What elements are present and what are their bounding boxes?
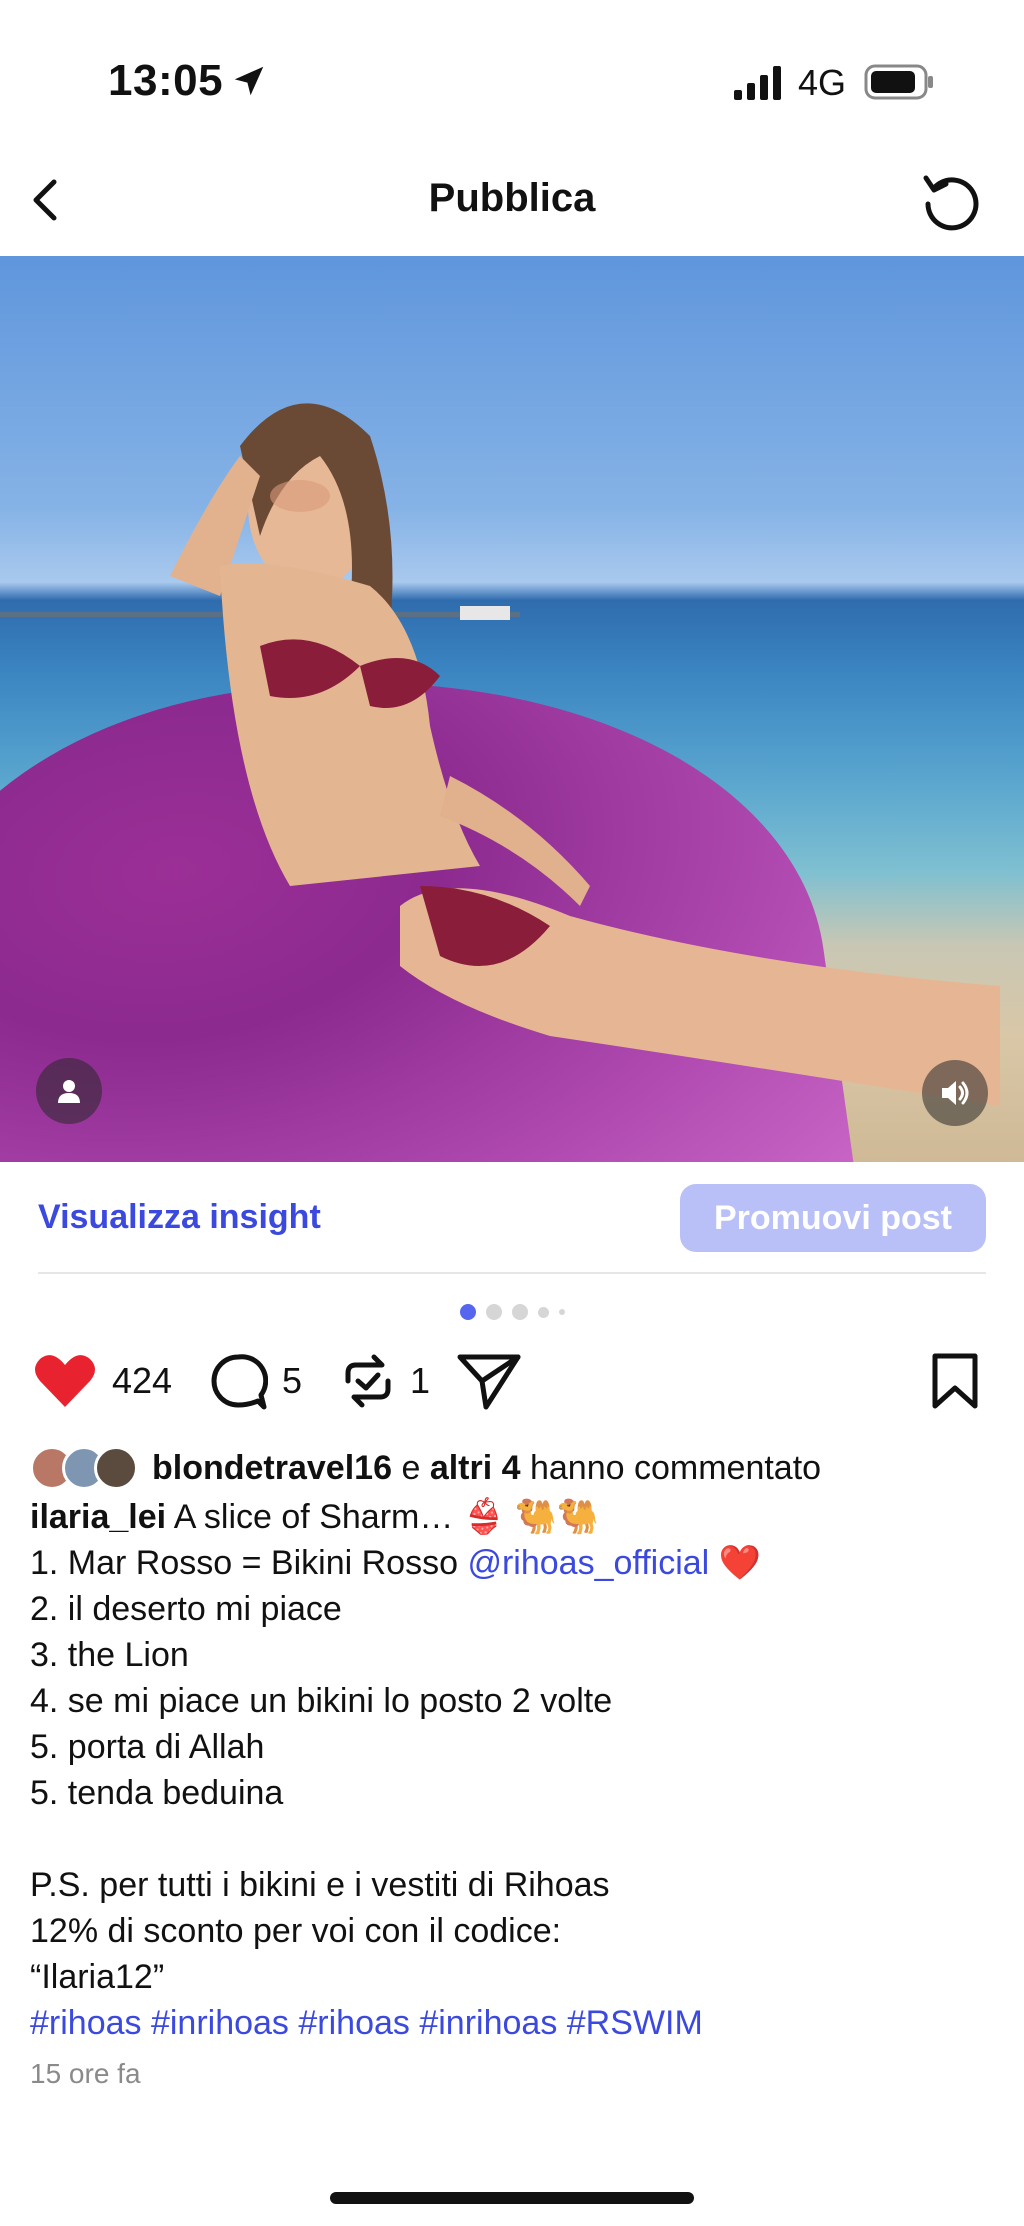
commenters-others[interactable]: altri 4 (430, 1449, 521, 1488)
comment-action[interactable]: 5 (208, 1346, 302, 1416)
caption-ps-1: P.S. per tutti i bikini e i vestiti di R… (30, 1866, 610, 1904)
save-action[interactable] (930, 1346, 980, 1416)
comment-count: 5 (282, 1360, 303, 1401)
promote-post-button[interactable]: Promuovi post (680, 1184, 986, 1252)
caption-line-4: 4. se mi piace un bikini lo posto 2 volt… (30, 1682, 613, 1720)
bookmark-icon (932, 1353, 978, 1409)
caption-mention[interactable]: @rihoas_official (467, 1544, 709, 1582)
caption-line-5: 5. porta di Allah (30, 1728, 265, 1766)
repost-count: 1 (410, 1360, 431, 1401)
network-type: 4G (798, 62, 847, 103)
caption-line-6: 5. tenda beduina (30, 1774, 284, 1812)
send-icon (457, 1354, 521, 1410)
post-caption: ilaria_lei A slice of Sharm… 👙 🐫🐫 1. Mar… (30, 1494, 1000, 2046)
caption-ps-2: 12% di sconto per voi con il codice: (30, 1912, 562, 1950)
insight-row: Visualizza insight Promuovi post (0, 1162, 1024, 1272)
commenters-summary[interactable]: blondetravel16 e altri 4 hanno commentat… (30, 1442, 821, 1494)
page-title: Pubblica (428, 176, 596, 220)
caption-line-2: 2. il deserto mi piace (30, 1590, 342, 1628)
caption-author[interactable]: ilaria_lei (30, 1498, 166, 1536)
carousel-dot (459, 1304, 476, 1320)
view-insights-link[interactable]: Visualizza insight (38, 1198, 321, 1237)
user-tag-icon (58, 1080, 80, 1103)
caption-ps-3: “Ilaria12” (30, 1958, 165, 1996)
caption-line-3: 3. the Lion (30, 1636, 189, 1674)
carousel-dot (558, 1309, 565, 1315)
status-bar: 13:05 4G (0, 0, 1024, 150)
battery-icon (864, 64, 933, 100)
share-action[interactable] (456, 1346, 522, 1416)
caption-heart-emoji: ❤️ (718, 1544, 762, 1582)
like-action[interactable]: 424 (32, 1346, 172, 1416)
caption-hashtags[interactable]: #rihoas #inrihoas #rihoas #inrihoas #RSW… (30, 2000, 1000, 2046)
status-time: 13:05 (108, 56, 224, 105)
caption-line-1: 1. Mar Rosso = Bikini Rosso (30, 1544, 458, 1582)
woman-figure-graphic (170, 403, 1000, 1106)
commenter-username[interactable]: blondetravel16 (152, 1449, 392, 1488)
post-timestamp: 15 ore fa (30, 2058, 141, 2089)
like-count: 424 (112, 1360, 173, 1401)
carousel-dot (485, 1304, 502, 1320)
tag-people-button[interactable] (36, 1058, 102, 1124)
heart-icon (35, 1355, 95, 1407)
carousel-indicator (0, 1304, 1024, 1320)
repost-icon (345, 1354, 391, 1408)
post-photo[interactable] (0, 256, 1024, 1162)
signal-icon (734, 66, 781, 100)
caption-first-line: A slice of Sharm… 👙 🐫🐫 (173, 1498, 600, 1536)
refresh-icon[interactable] (918, 168, 984, 234)
top-nav: Pubblica (0, 150, 1024, 256)
avatar (94, 1446, 138, 1490)
divider (38, 1272, 986, 1274)
sound-button[interactable] (922, 1060, 988, 1126)
carousel-dot (537, 1306, 549, 1318)
commenters-joiner: e (401, 1448, 421, 1487)
commenter-avatars (30, 1446, 138, 1490)
home-indicator[interactable] (330, 2192, 694, 2204)
action-bar: 424 5 1 (0, 1346, 1024, 1416)
commenters-suffix: hanno commentato (529, 1448, 822, 1487)
comment-icon (211, 1354, 268, 1410)
repost-action[interactable]: 1 (340, 1346, 430, 1416)
sound-icon (942, 1081, 969, 1105)
carousel-dot (511, 1304, 528, 1320)
location-arrow-icon (234, 66, 264, 96)
